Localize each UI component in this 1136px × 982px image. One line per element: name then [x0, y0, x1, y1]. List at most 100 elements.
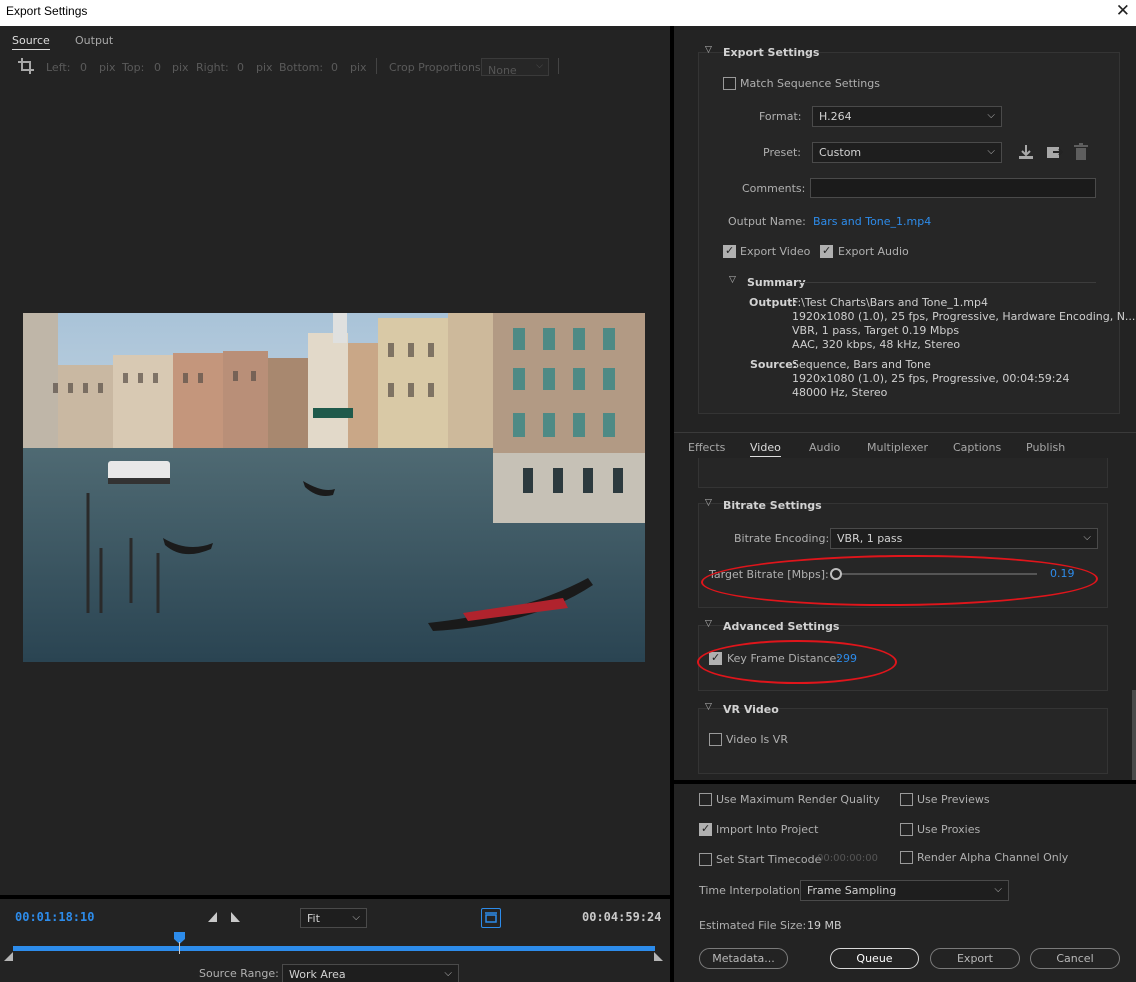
bottom-divider [674, 780, 1136, 784]
crop-divider [376, 58, 377, 74]
video-preview[interactable] [23, 313, 645, 662]
crop-right-value[interactable]: 0 [237, 61, 244, 74]
format-label: Format: [759, 110, 802, 123]
use-proxies-label: Use Proxies [917, 823, 981, 836]
use-previews-checkbox[interactable] [900, 793, 913, 806]
tab-audio[interactable]: Audio [809, 441, 840, 454]
export-audio-checkbox[interactable] [820, 244, 833, 258]
export-button[interactable]: Export [930, 948, 1020, 969]
chevron-down-icon: ⌵ [352, 912, 360, 923]
zoom-fit-select[interactable]: Fit ⌵ [300, 908, 367, 928]
range-end-handle[interactable] [654, 952, 664, 965]
source-range-select[interactable]: Work Area ⌵ [282, 964, 459, 982]
chevron-down-icon: ⌵ [1083, 532, 1091, 543]
render-alpha-label: Render Alpha Channel Only [917, 851, 1069, 864]
delete-preset-icon[interactable] [1073, 143, 1089, 164]
preset-select[interactable]: Custom ⌵ [812, 142, 1002, 163]
chevron-down-icon: ⌵ [987, 146, 995, 157]
chevron-down-icon[interactable]: ▽ [705, 498, 712, 508]
use-proxies-checkbox[interactable] [900, 823, 913, 836]
annotation-circle-keyframe [697, 640, 897, 684]
use-previews-label: Use Previews [917, 793, 990, 806]
max-render-quality-label: Use Maximum Render Quality [716, 793, 880, 806]
work-area-bar[interactable] [13, 946, 655, 951]
tab-captions[interactable]: Captions [953, 441, 1001, 454]
output-name-link[interactable]: Bars and Tone_1.mp4 [813, 215, 931, 228]
crop-right-unit: pix [256, 61, 273, 74]
mark-out-icon[interactable] [230, 911, 242, 926]
export-settings-header[interactable]: Export Settings [723, 46, 819, 59]
crop-bottom-value[interactable]: 0 [331, 61, 338, 74]
chevron-down-icon[interactable]: ▽ [705, 619, 712, 629]
time-interpolation-value: Frame Sampling [807, 884, 897, 897]
set-start-timecode-label: Set Start Timecode [716, 853, 822, 866]
crop-top-value[interactable]: 0 [154, 61, 161, 74]
source-range-label: Source Range: [199, 967, 279, 980]
format-select[interactable]: H.264 ⌵ [812, 106, 1002, 127]
range-start-handle[interactable] [4, 952, 14, 965]
end-timecode: 00:04:59:24 [582, 910, 662, 924]
tab-publish[interactable]: Publish [1026, 441, 1065, 454]
close-icon[interactable]: ✕ [1116, 1, 1130, 21]
advanced-settings-header[interactable]: Advanced Settings [723, 620, 839, 633]
summary-output-label: Output: [749, 296, 797, 309]
import-preset-icon[interactable] [1045, 143, 1064, 164]
set-start-timecode-checkbox[interactable] [699, 853, 712, 866]
start-timecode-value[interactable]: 00:00:00:00 [817, 853, 878, 864]
tab-output[interactable]: Output [75, 34, 113, 47]
tab-effects[interactable]: Effects [688, 441, 725, 454]
summary-header[interactable]: Summary [747, 276, 806, 289]
tab-source[interactable]: Source [12, 34, 50, 50]
match-sequence-label: Match Sequence Settings [740, 77, 880, 90]
video-is-vr-checkbox[interactable] [709, 733, 722, 746]
match-sequence-checkbox[interactable] [723, 77, 736, 90]
crop-left-unit: pix [99, 61, 116, 74]
crop-divider-2 [558, 58, 559, 74]
crop-icon[interactable] [18, 58, 34, 77]
current-timecode[interactable]: 00:01:18:10 [15, 910, 94, 924]
bitrate-encoding-select[interactable]: VBR, 1 pass ⌵ [830, 528, 1098, 549]
window-title: Export Settings [6, 4, 88, 18]
settings-scrollbar[interactable] [1132, 690, 1136, 780]
tab-video[interactable]: Video [750, 441, 781, 457]
aspect-ratio-icon[interactable] [481, 908, 501, 928]
crop-bottom-label: Bottom: [279, 61, 324, 74]
playhead-handle[interactable] [174, 932, 186, 954]
metadata-button[interactable]: Metadata... [699, 948, 788, 969]
export-video-checkbox[interactable] [723, 244, 736, 258]
crop-left-label: Left: [46, 61, 71, 74]
summary-source-label: Source: [750, 358, 798, 371]
render-alpha-checkbox[interactable] [900, 851, 913, 864]
video-is-vr-label: Video Is VR [726, 733, 788, 746]
crop-right-label: Right: [196, 61, 229, 74]
chevron-down-icon[interactable]: ▽ [705, 702, 712, 712]
chevron-down-icon: ⌵ [444, 968, 452, 979]
estimated-file-size-value: 19 MB [807, 919, 842, 932]
cancel-button[interactable]: Cancel [1030, 948, 1120, 969]
mark-in-icon[interactable] [207, 911, 219, 926]
comments-input[interactable] [810, 178, 1096, 198]
crop-toolbar: Left: 0 pix Top: 0 pix Right: 0 pix Bott… [0, 56, 670, 80]
vr-video-header[interactable]: VR Video [723, 703, 779, 716]
tab-multiplexer[interactable]: Multiplexer [867, 441, 928, 454]
time-interpolation-select[interactable]: Frame Sampling ⌵ [800, 880, 1009, 901]
bitrate-settings-header[interactable]: Bitrate Settings [723, 499, 822, 512]
bitrate-encoding-value: VBR, 1 pass [837, 532, 903, 545]
timeline-panel: 00:01:18:10 Fit ⌵ 00:04:59:24 Source Ran… [0, 895, 670, 982]
import-into-project-checkbox[interactable] [699, 822, 712, 836]
comments-label: Comments: [742, 182, 806, 195]
bitrate-encoding-label: Bitrate Encoding: [734, 532, 830, 545]
save-preset-icon[interactable] [1017, 143, 1035, 164]
chevron-down-icon[interactable]: ▽ [729, 275, 736, 285]
chevron-down-icon: ⌵ [994, 884, 1002, 895]
queue-button[interactable]: Queue [830, 948, 919, 969]
title-bar: Export Settings ✕ [0, 0, 1136, 26]
crop-proportions-select[interactable]: None ⌵ [481, 58, 549, 77]
source-range-value: Work Area [289, 968, 346, 981]
preset-label: Preset: [763, 146, 802, 159]
crop-left-value[interactable]: 0 [80, 61, 87, 74]
zoom-fit-value: Fit [307, 912, 320, 925]
max-render-quality-checkbox[interactable] [699, 793, 712, 806]
crop-top-unit: pix [172, 61, 189, 74]
chevron-down-icon[interactable]: ▽ [705, 45, 712, 55]
